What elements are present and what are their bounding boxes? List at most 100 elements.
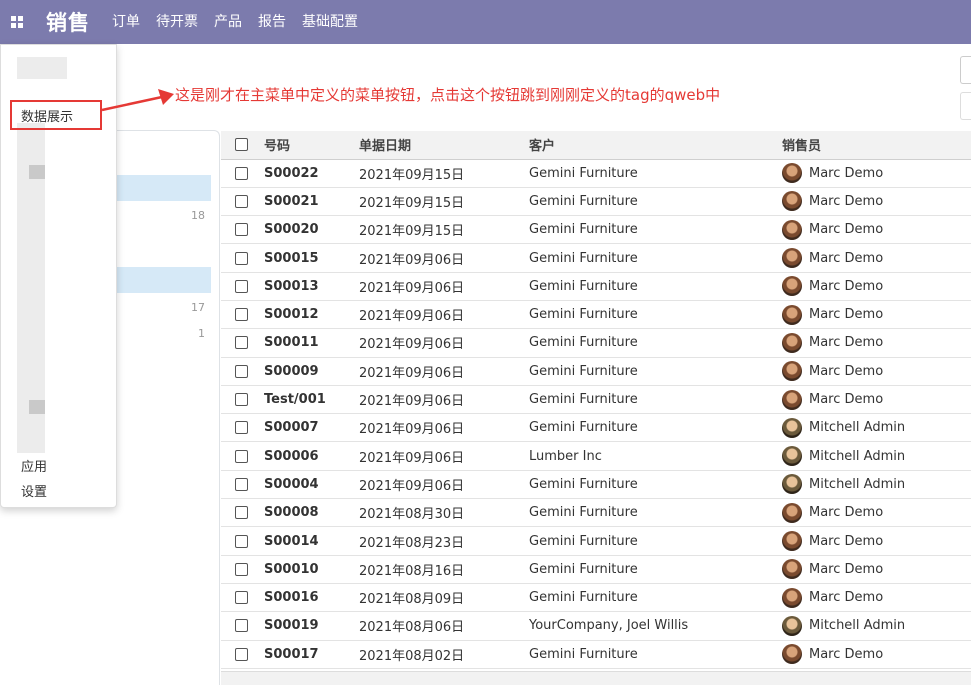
row-checkbox[interactable] [234,591,248,605]
salesperson-cell: Mitchell Admin [779,442,971,470]
avatar [782,276,802,297]
order-date: 2021年08月16日 [359,563,465,579]
table-row[interactable]: S00010 2021年08月16日 Gemini Furniture Marc De… [221,555,971,584]
table-row[interactable]: S00011 2021年09月06日 Gemini Furniture Marc De… [221,329,971,358]
menu-apps[interactable]: 应用 [21,456,47,475]
menu-data-display[interactable]: 数据展示 [21,106,73,125]
row-checkbox[interactable] [234,194,248,208]
customer-name: Gemini Furniture [529,193,638,209]
table-row[interactable]: S00016 2021年08月09日 Gemini Furniture Marc De… [221,583,971,612]
row-checkbox[interactable] [234,336,248,350]
order-date: 2021年08月09日 [359,592,465,608]
customer-name: Gemini Furniture [529,165,638,181]
row-checkbox[interactable] [234,647,248,661]
row-checkbox[interactable] [234,421,248,435]
row-checkbox[interactable] [234,449,248,463]
avatar [782,587,802,608]
row-select-cell [221,216,261,244]
order-date: 2021年09月06日 [359,422,465,438]
menu-configuration[interactable]: 基础配置 [294,0,366,44]
salesperson-name: Marc Demo [809,561,884,577]
customer-name: YourCompany, Joel Willis [529,618,689,634]
menu-products[interactable]: 产品 [206,0,250,44]
customer-name: Gemini Furniture [529,646,638,662]
customer-name: Gemini Furniture [529,363,638,379]
select-all-cell [221,131,261,160]
app-title[interactable]: 销售 [46,7,90,37]
row-checkbox[interactable] [234,251,248,265]
row-select-cell [221,583,261,611]
row-checkbox[interactable] [234,506,248,520]
row-select-cell [221,414,261,442]
row-checkbox[interactable] [234,364,248,378]
avatar [782,361,802,382]
table-row[interactable]: S00022 2021年09月15日 Gemini Furniture Marc De… [221,159,971,188]
table-row[interactable]: S00008 2021年08月30日 Gemini Furniture Marc De… [221,499,971,527]
row-checkbox[interactable] [234,534,248,548]
apps-menu-icon[interactable] [0,0,34,44]
customer-name: Gemini Furniture [529,250,638,266]
table-row[interactable]: S00020 2021年09月15日 Gemini Furniture Marc De… [221,216,971,244]
row-select-cell [221,640,261,668]
row-checkbox[interactable] [234,279,248,293]
table-row[interactable]: S00014 2021年08月23日 Gemini Furniture Marc De… [221,527,971,556]
select-all-checkbox[interactable] [234,138,248,152]
table-row[interactable]: S00012 2021年09月06日 Gemini Furniture Marc De… [221,300,971,329]
row-checkbox[interactable] [234,308,248,322]
table-row[interactable]: S00009 2021年09月06日 Gemini Furniture Marc De… [221,357,971,386]
salesperson-cell: Marc Demo [779,499,971,527]
order-date: 2021年09月06日 [359,394,465,410]
order-number: S00009 [264,363,319,379]
table-row[interactable]: S00015 2021年09月06日 Gemini Furniture Marc De… [221,244,971,273]
top-navbar: 销售 订单 待开票 产品 报告 基础配置 [0,0,971,44]
salesperson-cell: Marc Demo [779,527,971,555]
orders-table-container: 号码 单据日期 客户 销售员 S00022 2021年09月15日 Gemini F… [221,131,971,669]
table-row[interactable]: S00017 2021年08月02日 Gemini Furniture Marc De… [221,640,971,669]
header-customer[interactable]: 客户 [526,131,779,160]
salesperson-cell: Marc Demo [779,555,971,583]
salesperson-cell: Marc Demo [779,357,971,385]
avatar [782,389,802,410]
order-date: 2021年09月06日 [359,309,465,325]
table-row[interactable]: Test/001 2021年09月06日 Gemini Furniture Marc … [221,385,971,414]
header-number[interactable]: 号码 [261,131,356,160]
order-date: 2021年09月06日 [359,478,465,494]
salesperson-name: Marc Demo [809,193,884,209]
row-checkbox[interactable] [234,477,248,491]
table-row[interactable]: S00006 2021年09月06日 Lumber Inc Mitchell Admi… [221,442,971,471]
filter-box-partial[interactable] [960,92,971,120]
menu-reporting[interactable]: 报告 [250,0,294,44]
row-checkbox[interactable] [234,393,248,407]
table-row[interactable]: S00019 2021年08月06日 YourCompany, Joel Willi… [221,612,971,641]
menu-settings[interactable]: 设置 [21,481,47,500]
table-row[interactable]: S00004 2021年09月06日 Gemini Furniture Mitchel… [221,470,971,499]
header-date[interactable]: 单据日期 [356,131,526,160]
avatar [782,248,802,269]
row-checkbox[interactable] [234,223,248,237]
side-count: 18 [191,209,205,222]
row-select-cell [221,329,261,357]
row-checkbox[interactable] [234,619,248,633]
row-select-cell [221,159,261,187]
header-salesperson[interactable]: 销售员 [779,131,971,160]
salesperson-name: Marc Demo [809,165,884,181]
order-date: 2021年09月06日 [359,365,465,381]
menu-orders[interactable]: 订单 [104,0,148,44]
row-select-cell [221,470,261,498]
order-number: S00007 [264,420,319,436]
order-date: 2021年08月06日 [359,620,465,636]
table-row[interactable]: S00013 2021年09月06日 Gemini Furniture Marc De… [221,272,971,301]
row-checkbox[interactable] [234,166,248,180]
customer-name: Gemini Furniture [529,561,638,577]
table-row[interactable]: S00021 2021年09月15日 Gemini Furniture Marc De… [221,187,971,216]
search-box-partial[interactable] [960,56,971,84]
table-row[interactable]: S00007 2021年09月06日 Gemini Furniture Mitchel… [221,414,971,442]
customer-name: Gemini Furniture [529,590,638,606]
salesperson-name: Marc Demo [809,392,884,408]
avatar [782,332,802,353]
row-select-cell [221,300,261,328]
order-number: S00010 [264,561,319,577]
order-number: S00014 [264,533,319,549]
row-checkbox[interactable] [234,562,248,576]
menu-to-invoice[interactable]: 待开票 [148,0,206,44]
